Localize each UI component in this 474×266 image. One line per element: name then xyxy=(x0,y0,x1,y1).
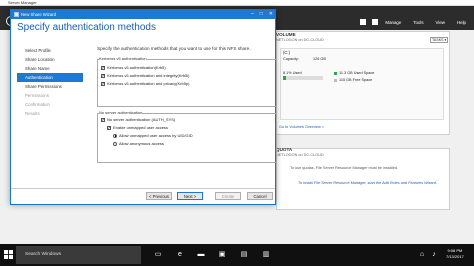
step-confirmation: Confirmation xyxy=(25,102,50,107)
step-select-profile[interactable]: Select Profile xyxy=(17,46,83,55)
used-percent-label: 8.1% Used xyxy=(283,71,302,75)
volume-subtitle: NETLOGON on DC-CLOUD xyxy=(276,38,324,42)
step-results: Results xyxy=(25,111,40,116)
quota-title: QUOTA xyxy=(276,147,293,152)
volume-drive: (C:) xyxy=(283,50,290,55)
step-share-permissions[interactable]: Share Permissions xyxy=(17,82,83,91)
krb5p-checkbox[interactable] xyxy=(101,81,105,87)
uid-gid-label: Allow unmapped user access by UID/GID xyxy=(119,133,193,138)
uid-gid-radio[interactable] xyxy=(113,133,117,138)
previous-button[interactable]: < Previous xyxy=(146,192,172,200)
explorer-taskbar-icon[interactable]: ▥ xyxy=(262,251,270,259)
volume-box xyxy=(280,48,444,120)
tray-clock[interactable]: 9:08 PM 7/13/2017 xyxy=(446,248,464,260)
unmapped-access-checkbox[interactable] xyxy=(107,125,111,131)
krb5i-option[interactable]: Kerberos v5 authentication and integrity… xyxy=(101,73,190,79)
free-space-label: 115 GB Free Space xyxy=(339,78,373,82)
used-legend-swatch xyxy=(334,72,337,75)
capacity-label: Capacity: xyxy=(283,57,299,61)
edge-icon[interactable]: e xyxy=(176,251,184,259)
cancel-button[interactable]: Cancel xyxy=(247,192,273,200)
no-server-auth-group-label: No server authentication xyxy=(99,110,143,115)
menu-view[interactable]: View xyxy=(436,20,445,25)
krb5-label: Kerberos v5 authentication(Krb5) xyxy=(107,65,166,70)
menu-manage[interactable]: Manage xyxy=(385,20,401,25)
anonymous-label: Allow anonymous access xyxy=(119,141,164,146)
free-legend-swatch xyxy=(334,79,337,82)
step-permissions: Permissions xyxy=(25,93,49,98)
anonymous-option[interactable]: Allow anonymous access xyxy=(113,141,164,146)
volumes-overview-link[interactable]: Go to Volumes Overview > xyxy=(279,125,324,129)
usage-bar-fill xyxy=(283,76,287,80)
store-icon[interactable]: ▣ xyxy=(218,251,226,259)
window-controls: – □ ✕ xyxy=(251,10,273,19)
unmapped-access-label: Enable unmapped user access xyxy=(113,125,168,130)
krb5p-label: Kerberos v5 authentication and privacy(K… xyxy=(107,81,190,86)
maximize-icon[interactable]: □ xyxy=(260,10,263,19)
new-share-wizard: New Share Wizard – □ ✕ Specify authentic… xyxy=(10,9,277,205)
wizard-separator xyxy=(11,188,275,189)
auth-sys-checkbox[interactable] xyxy=(101,117,105,123)
file-explorer-icon[interactable]: ▬ xyxy=(197,251,205,259)
quota-message: To use quotas, File Server Resource Mana… xyxy=(290,166,399,170)
quota-subtitle: NETLOGON on DC-CLOUD xyxy=(276,153,324,157)
wizard-title: New Share Wizard xyxy=(21,12,56,17)
used-space-label: 11.3 GB Used Space xyxy=(339,71,375,75)
wizard-app-icon xyxy=(14,12,19,17)
wizard-heading: Specify authentication methods xyxy=(17,22,156,33)
uid-gid-option[interactable]: Allow unmapped user access by UID/GID xyxy=(113,133,193,138)
create-button: Create xyxy=(215,192,241,200)
server-manager-menu: Manage Tools View Help xyxy=(385,20,466,25)
server-manager-taskbar-icon[interactable]: ▤ xyxy=(240,251,248,259)
wizard-description: Specify the authentication methods that … xyxy=(97,46,251,51)
quota-panel xyxy=(276,148,450,210)
search-input[interactable]: Search Windows xyxy=(16,246,141,264)
refresh-icon[interactable] xyxy=(360,19,366,25)
step-share-location[interactable]: Share Location xyxy=(17,55,83,64)
step-authentication[interactable]: Authentication xyxy=(17,73,83,82)
krb5-checkbox[interactable] xyxy=(101,65,105,71)
tasks-label: TASKS xyxy=(432,38,444,42)
krb5p-option[interactable]: Kerberos v5 authentication and privacy(K… xyxy=(101,81,190,87)
next-button[interactable]: Next > xyxy=(177,192,203,200)
capacity-value: 126 GB xyxy=(313,57,326,61)
minimize-icon[interactable]: – xyxy=(251,10,254,19)
menu-tools[interactable]: Tools xyxy=(413,20,423,25)
wizard-titlebar: New Share Wizard – □ ✕ xyxy=(11,10,275,19)
auth-sys-label: No server authentication (AUTH_SYS) xyxy=(107,117,176,122)
auth-sys-option[interactable]: No server authentication (AUTH_SYS) xyxy=(101,117,176,123)
krb5i-checkbox[interactable] xyxy=(101,73,105,79)
volume-title: VOLUME xyxy=(276,32,296,37)
add-roles-link[interactable]: To install File Server Resource Manager,… xyxy=(298,181,437,185)
step-share-name[interactable]: Share Name xyxy=(17,64,83,73)
close-icon[interactable]: ✕ xyxy=(269,10,273,19)
menu-help[interactable]: Help xyxy=(457,20,466,25)
krb5i-label: Kerberos v5 authentication and integrity… xyxy=(107,73,190,78)
network-icon[interactable]: ⌂ xyxy=(418,251,426,259)
flag-icon[interactable] xyxy=(372,19,378,25)
windows-start-icon[interactable] xyxy=(4,250,13,259)
volume-icon[interactable]: ♪ xyxy=(430,251,438,259)
unmapped-access-option[interactable]: Enable unmapped user access xyxy=(107,125,168,131)
taskbar: Search Windows ▭ e ▬ ▣ ▤ ▥ ⌂ ♪ 9:08 PM 7… xyxy=(0,244,474,266)
wizard-steps: Select Profile Share Location Share Name… xyxy=(17,46,83,118)
usage-bar xyxy=(283,76,323,80)
clock-date: 7/13/2017 xyxy=(446,254,464,259)
tasks-dropdown[interactable]: TASKS ▾ xyxy=(430,37,448,43)
anonymous-radio[interactable] xyxy=(113,141,117,146)
krb5-option[interactable]: Kerberos v5 authentication(Krb5) xyxy=(101,65,166,71)
task-view-icon[interactable]: ▭ xyxy=(154,251,162,259)
kerberos-group-label: Kerberos v5 authentication xyxy=(99,56,147,61)
